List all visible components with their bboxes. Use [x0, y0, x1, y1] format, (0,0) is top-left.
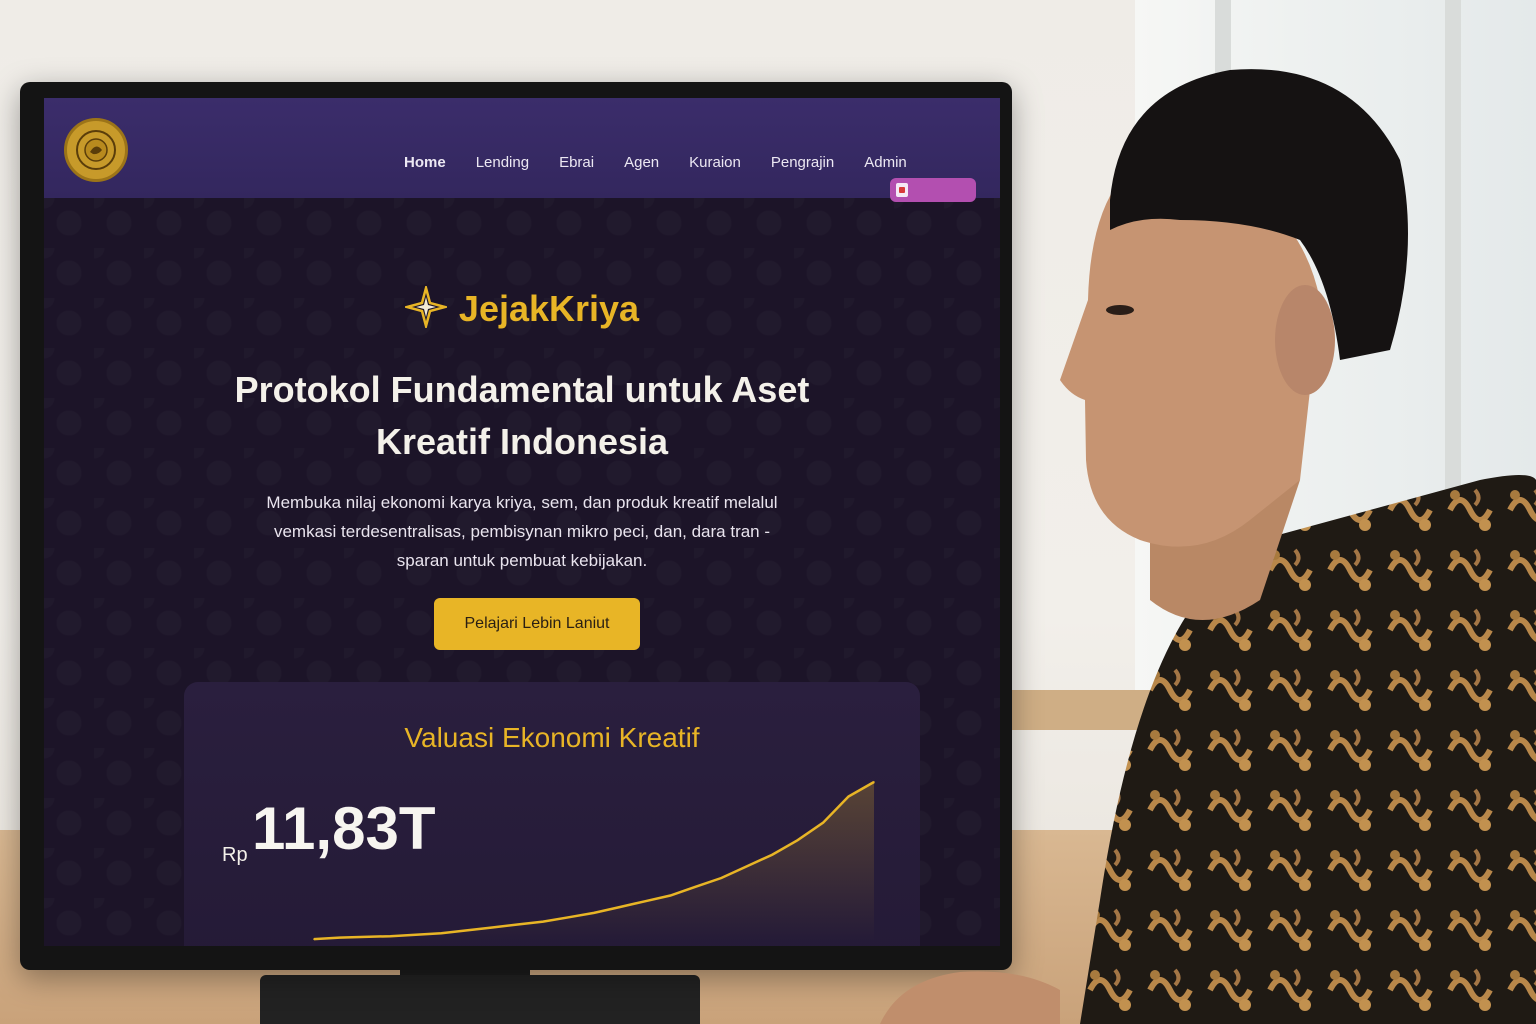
shelf	[1000, 690, 1536, 730]
screen: Home Lending Ebrai Agen Kuraion Pengraji…	[44, 98, 1000, 946]
chart-point	[618, 906, 621, 908]
brand-name: JejakKriya	[458, 288, 640, 329]
nav-kuraion[interactable]: Kuraion	[689, 154, 741, 171]
valuation-card: Valuasi Ekonomi Kreatif Rp 11,83T	[184, 682, 920, 946]
nav-home[interactable]: Home	[404, 154, 446, 171]
emblem-icon	[76, 130, 116, 170]
hero-subtitle-line: sparan untuk pembuat kebijakan.	[396, 551, 648, 570]
valuation-title: Valuasi Ekonomi Kreatif	[404, 722, 700, 753]
chart-point	[873, 781, 875, 783]
chart-point	[669, 894, 672, 897]
wallet-icon	[896, 183, 908, 197]
nav-pengrajin[interactable]: Pengrajin	[771, 154, 834, 171]
brand: JejakKriya	[44, 283, 1000, 332]
window	[1135, 0, 1536, 700]
valuation-currency: Rp	[222, 844, 248, 866]
star-compass-icon	[402, 283, 450, 332]
chart-point	[644, 900, 646, 903]
nav-lending[interactable]: Lending	[476, 154, 529, 171]
chart-point	[364, 936, 366, 938]
chart-point	[796, 839, 799, 841]
nav-agen[interactable]: Agen	[624, 154, 659, 171]
nav-links: Home Lending Ebrai Agen Kuraion Pengraji…	[404, 154, 907, 171]
nav-admin[interactable]: Admin	[864, 154, 907, 171]
chart-point	[465, 929, 468, 932]
monitor-base	[260, 975, 700, 1024]
wallet-button[interactable]	[890, 178, 976, 202]
hero-subtitle-line: vemkasi terdesentralisas, pembisynan mik…	[273, 522, 771, 541]
chart-point	[771, 853, 773, 856]
chart-point	[313, 938, 315, 940]
hero-title-line: Kreatif Indonesia	[375, 421, 669, 462]
chart-point	[593, 912, 595, 914]
chart-point	[415, 933, 417, 936]
logo-emblem[interactable]	[64, 118, 128, 182]
window-mullion	[1445, 0, 1461, 700]
hero-title-line: Protokol Fundamental untuk Aset	[234, 369, 810, 410]
learn-more-button[interactable]: Pelajari Lebin Laniut	[434, 598, 640, 650]
hero-subtitle: Membuka nilaj ekonomi karya kriya, sem, …	[224, 488, 820, 575]
hero-title: Protokol Fundamental untuk Aset Kreatif …	[164, 364, 880, 468]
chart-point	[389, 935, 392, 937]
window-mullion	[1215, 0, 1231, 700]
chart-point	[440, 932, 443, 935]
chart-point	[822, 821, 824, 824]
chart-point	[338, 936, 341, 939]
chart-point	[720, 877, 723, 879]
chart-point	[516, 923, 519, 926]
chart-point	[695, 885, 697, 888]
valuation-value: 11,83T	[252, 795, 436, 862]
chart-point	[567, 916, 570, 919]
chart-point	[542, 920, 544, 923]
chart-point	[847, 795, 850, 798]
navbar: Home Lending Ebrai Agen Kuraion Pengraji…	[44, 98, 1000, 202]
nav-ebrai[interactable]: Ebrai	[559, 154, 594, 171]
hero-subtitle-line: Membuka nilaj ekonomi karya kriya, sem, …	[266, 493, 778, 512]
chart-point	[745, 865, 748, 868]
chart-point	[491, 926, 493, 929]
